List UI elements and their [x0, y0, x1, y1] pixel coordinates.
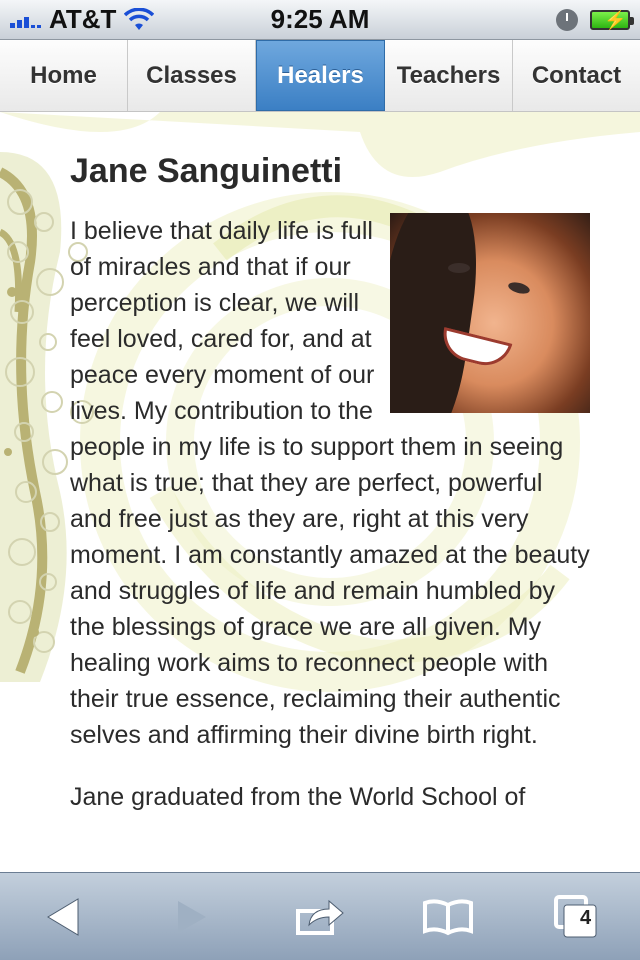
back-icon: [47, 897, 79, 936]
next-paragraph: Jane graduated from the World School of: [70, 783, 526, 811]
healer-photo: [390, 213, 590, 413]
tabs-button[interactable]: 4: [536, 887, 616, 947]
tabs-icon: [554, 894, 597, 937]
carrier-label: AT&T: [49, 4, 117, 34]
clock-icon: [556, 8, 578, 31]
bookmarks-button[interactable]: [408, 887, 488, 947]
wifi-icon: [124, 7, 155, 30]
share-icon: [296, 899, 344, 935]
healer-article: Jane Sanguinetti I believe that daily li…: [0, 112, 640, 815]
page-content[interactable]: Jane Sanguinetti I believe that daily li…: [0, 112, 640, 872]
bookmarks-icon: [423, 898, 473, 935]
back-button[interactable]: [24, 887, 104, 947]
share-button[interactable]: [280, 887, 360, 947]
signal-strength-icon: [10, 12, 41, 28]
tabs-count: 4: [580, 906, 592, 929]
status-left: AT&T: [10, 4, 155, 35]
tab-contact[interactable]: Contact: [513, 40, 640, 111]
forward-button[interactable]: [152, 887, 232, 947]
tab-healers[interactable]: Healers: [256, 40, 385, 111]
status-bar: AT&T 9:25 AM ⚡: [0, 0, 640, 40]
nav-bar: Home Classes Healers Teachers Contact: [0, 40, 640, 112]
tab-home[interactable]: Home: [0, 40, 128, 111]
browser-toolbar: 4: [0, 872, 640, 960]
status-right: ⚡: [556, 8, 634, 31]
tab-classes[interactable]: Classes: [128, 40, 256, 111]
healer-name: Jane Sanguinetti: [70, 152, 343, 190]
tab-teachers[interactable]: Teachers: [385, 40, 513, 111]
forward-icon: [178, 900, 206, 933]
battery-icon: ⚡: [590, 9, 634, 30]
